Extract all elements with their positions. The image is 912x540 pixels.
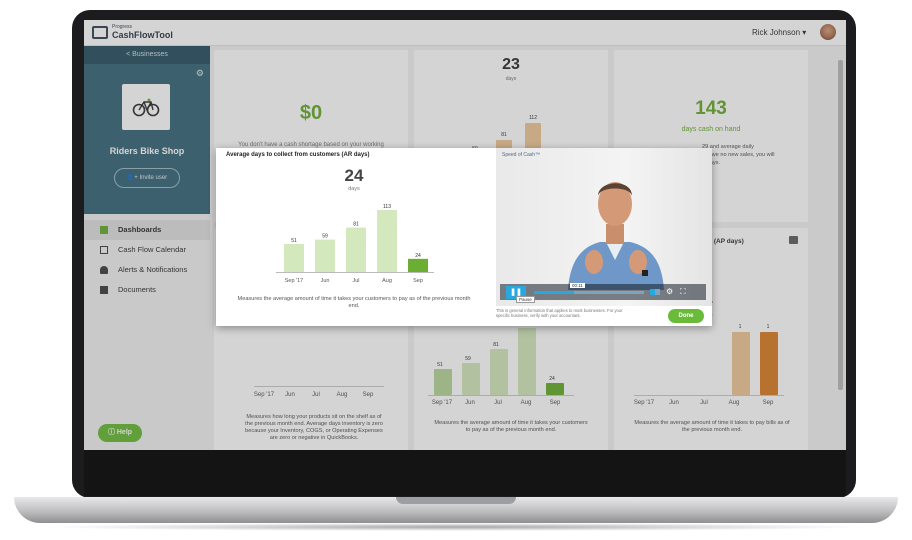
bar-value-label: 113 (383, 204, 391, 210)
fullscreen-icon[interactable]: ⛶ (680, 287, 686, 297)
screen: Progress CashFlowTool Rick Johnson ▾ < B… (84, 20, 846, 450)
laptop-chin (84, 450, 846, 496)
bar-value-label: 51 (291, 238, 297, 244)
pause-tooltip: Pause (516, 296, 535, 303)
video-disclaimer: This is general information that applies… (496, 308, 623, 318)
presenter-image (568, 182, 664, 290)
tick-label: Sep '17 (285, 278, 303, 284)
modal-description: Measures the average amount of time it t… (237, 296, 471, 309)
tick-label: Jun (321, 278, 330, 284)
chart-bar (284, 244, 304, 272)
laptop-frame: Progress CashFlowTool Rick Johnson ▾ < B… (0, 0, 912, 540)
chart-bar (377, 210, 397, 272)
bar-value-label: 24 (415, 253, 421, 259)
video-player[interactable]: Speed of Cash™ ❚❚ 00:11 ⚙ ⛶ Pause (496, 148, 712, 306)
tick-label: Sep (413, 278, 423, 284)
laptop-notch (396, 497, 516, 504)
volume-icon[interactable] (650, 289, 660, 295)
tick-label: Aug (382, 278, 392, 284)
video-progress-fill (534, 291, 574, 294)
modal-bar-chart: 51 Sep '17 59 Jun 81 Jul 113 Aug 24 Sep (284, 204, 428, 284)
video-tag: Speed of Cash™ (502, 152, 541, 158)
chart-bar (408, 258, 428, 272)
tick-label: Jul (352, 278, 359, 284)
video-timecode: 00:11 (570, 283, 585, 288)
laptop-shadow (40, 523, 872, 531)
done-button[interactable]: Done (668, 309, 704, 323)
settings-icon[interactable]: ⚙ (666, 287, 673, 296)
chart-bar (346, 227, 366, 272)
ar-days-modal: Average days to collect from customers (… (216, 148, 712, 326)
video-progress-track[interactable]: 00:11 (534, 283, 644, 294)
bar-value-label: 81 (353, 222, 359, 228)
bar-value-label: 59 (322, 234, 328, 240)
chart-bar (315, 239, 335, 272)
axis-line (276, 272, 434, 273)
